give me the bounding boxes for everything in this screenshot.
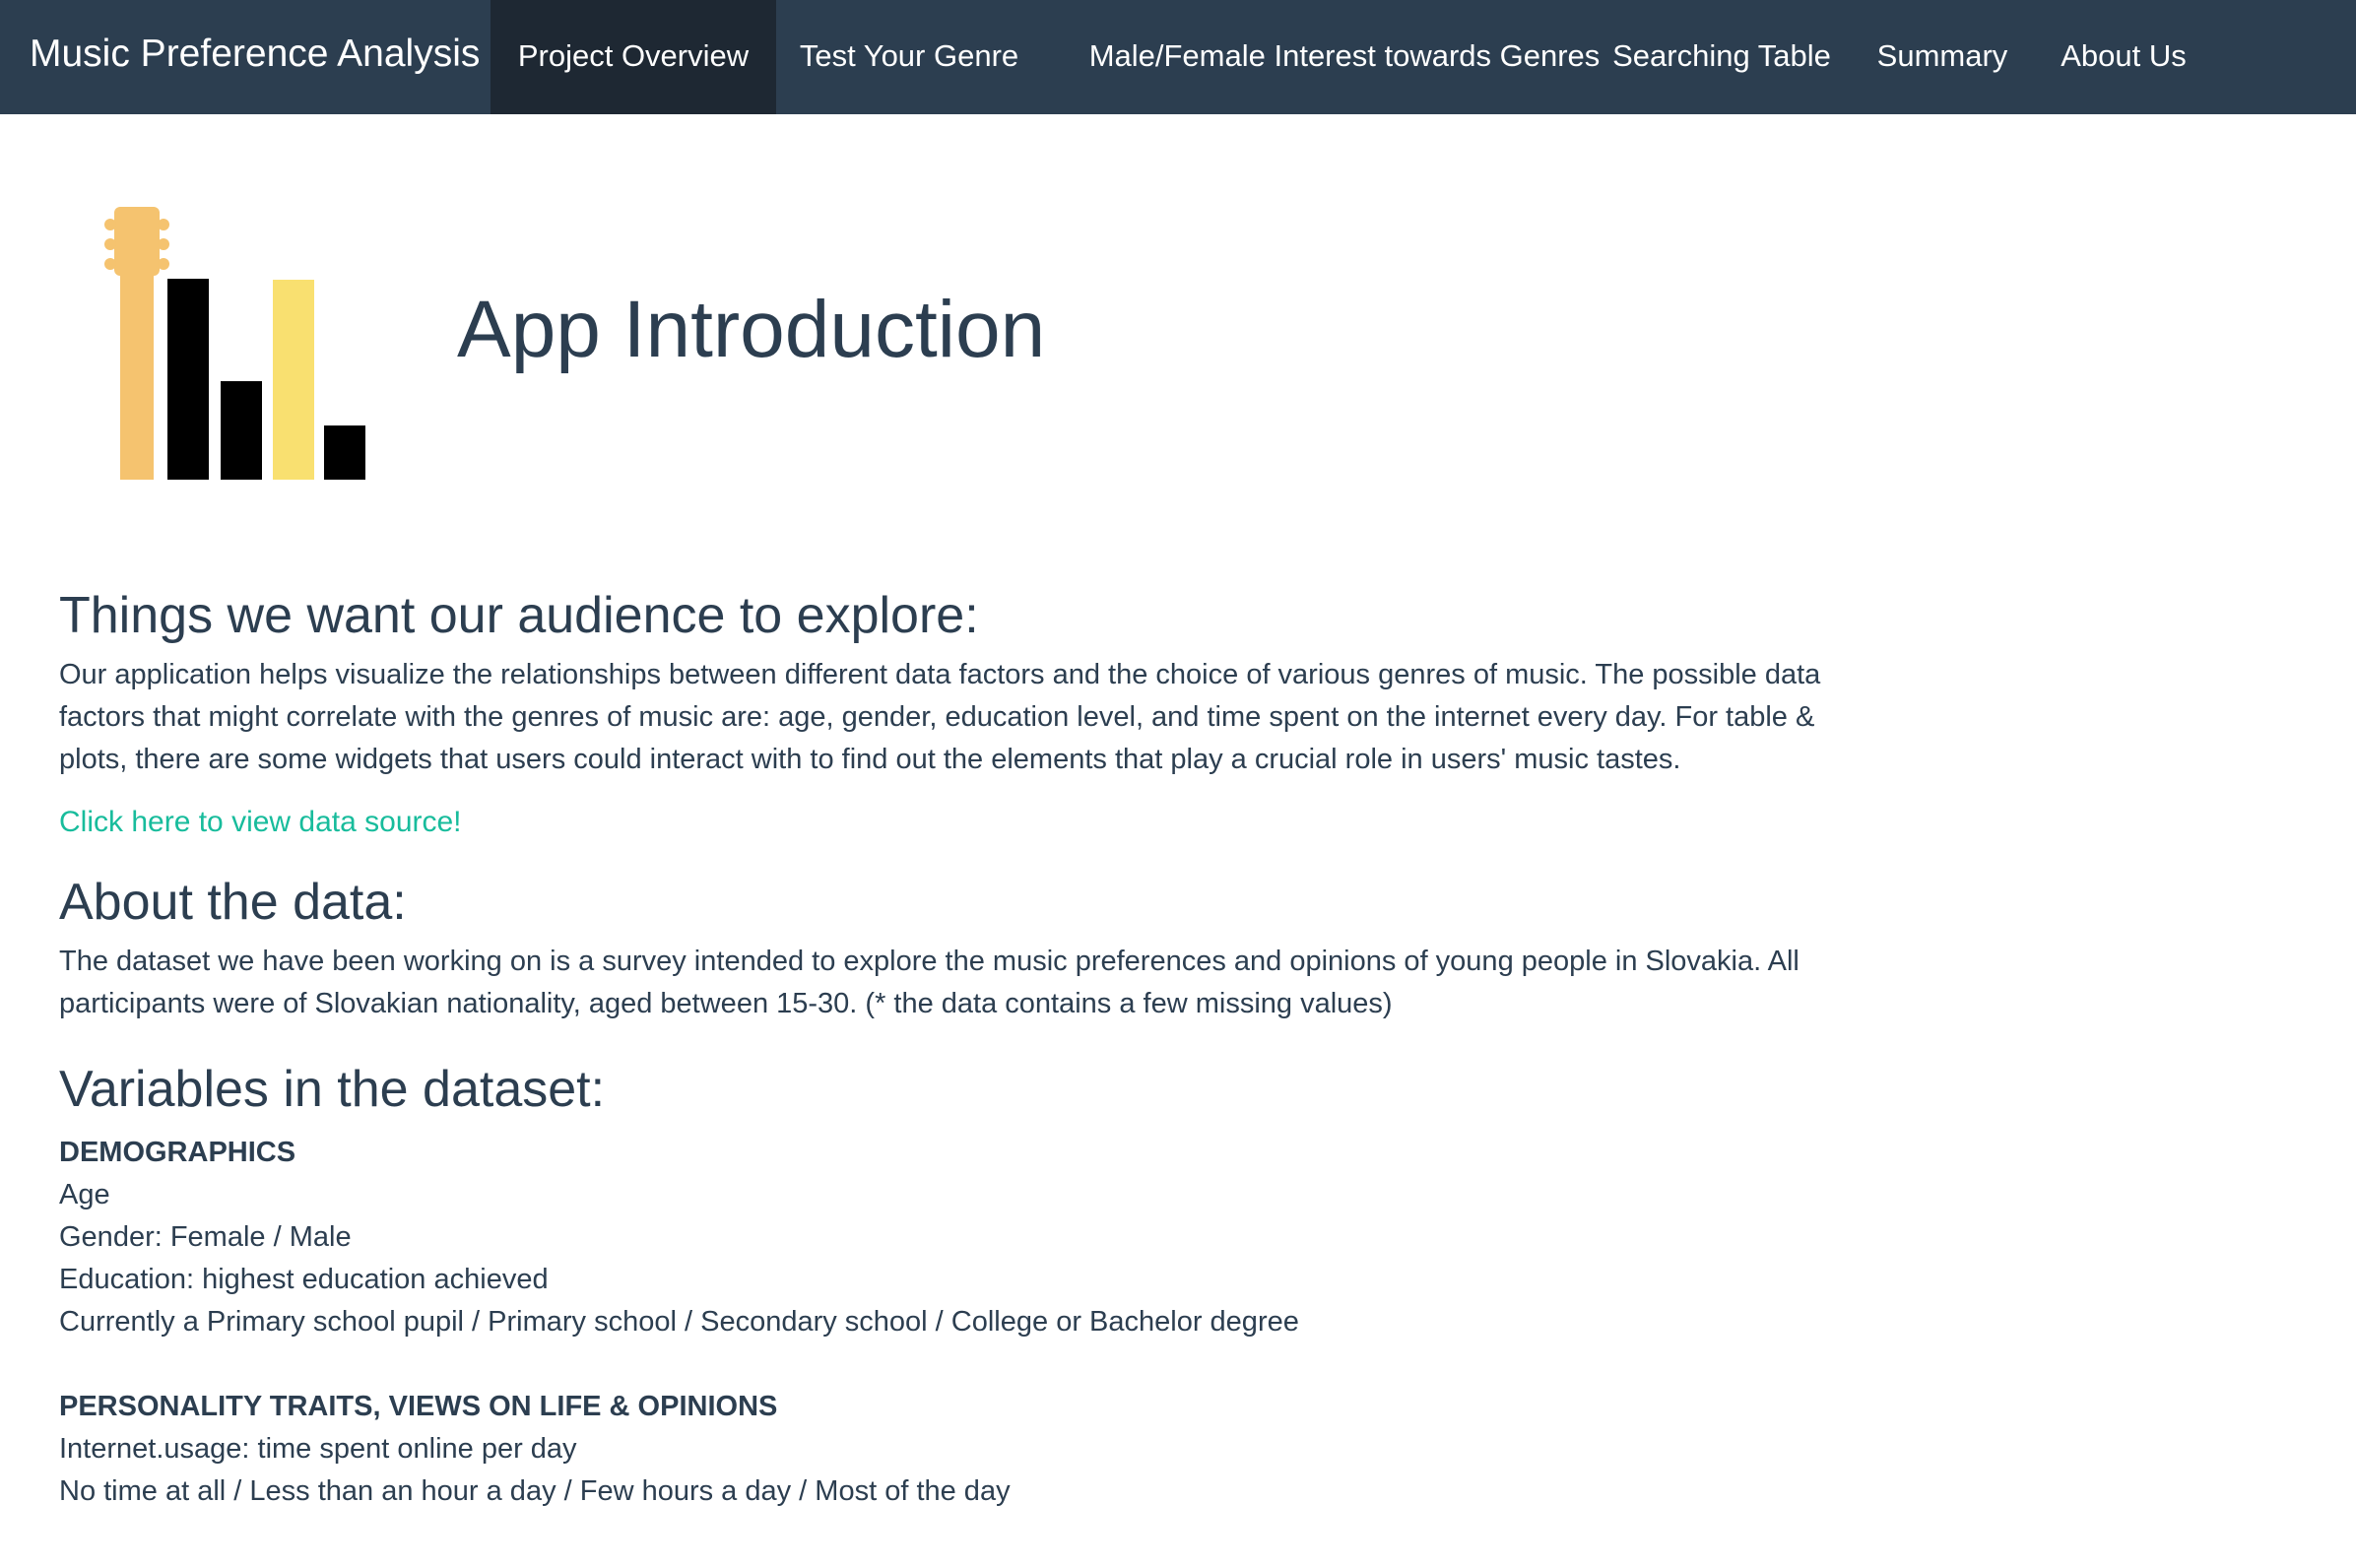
demographics-title: DEMOGRAPHICS bbox=[59, 1137, 296, 1168]
data-source-link[interactable]: Click here to view data source! bbox=[59, 801, 1862, 844]
variables-heading: Variables in the dataset: bbox=[59, 1061, 606, 1118]
demographics-section: DEMOGRAPHICS Age Gender: Female / Male E… bbox=[59, 1132, 1862, 1343]
page-title: App Introduction bbox=[457, 285, 1046, 374]
guitar-bars-logo-icon bbox=[98, 197, 374, 497]
tab-about-us[interactable]: About Us bbox=[2033, 0, 2214, 114]
personality-title: PERSONALITY TRAITS, VIEWS ON LIFE & OPIN… bbox=[59, 1391, 778, 1422]
about-heading: About the data: bbox=[59, 874, 407, 931]
variable-line: No time at all / Less than an hour a day… bbox=[59, 1475, 1011, 1507]
variable-line: Currently a Primary school pupil / Prima… bbox=[59, 1306, 1299, 1338]
personality-section: PERSONALITY TRAITS, VIEWS ON LIFE & OPIN… bbox=[59, 1386, 1862, 1513]
tab-test-your-genre[interactable]: Test Your Genre bbox=[776, 0, 1042, 114]
tab-project-overview[interactable]: Project Overview bbox=[491, 0, 776, 114]
about-text: The dataset we have been working on is a… bbox=[59, 946, 1800, 1019]
tab-gender-interest[interactable]: Male/Female Interest towards Genres bbox=[1042, 0, 1647, 114]
variable-line: Gender: Female / Male bbox=[59, 1221, 352, 1253]
top-navbar: Music Preference Analysis Project Overvi… bbox=[0, 0, 2356, 114]
main-content: Things we want our audience to explore: … bbox=[59, 581, 1862, 1513]
tab-searching-table[interactable]: Searching Table bbox=[1600, 0, 1844, 114]
variable-line: Internet.usage: time spent online per da… bbox=[59, 1433, 577, 1465]
explore-heading: Things we want our audience to explore: bbox=[59, 587, 979, 644]
explore-text: Our application helps visualize the rela… bbox=[59, 659, 1821, 775]
variable-line: Age bbox=[59, 1179, 110, 1210]
tab-summary[interactable]: Summary bbox=[1852, 0, 2033, 114]
app-brand[interactable]: Music Preference Analysis bbox=[30, 0, 480, 114]
variable-line: Education: highest education achieved bbox=[59, 1264, 549, 1295]
